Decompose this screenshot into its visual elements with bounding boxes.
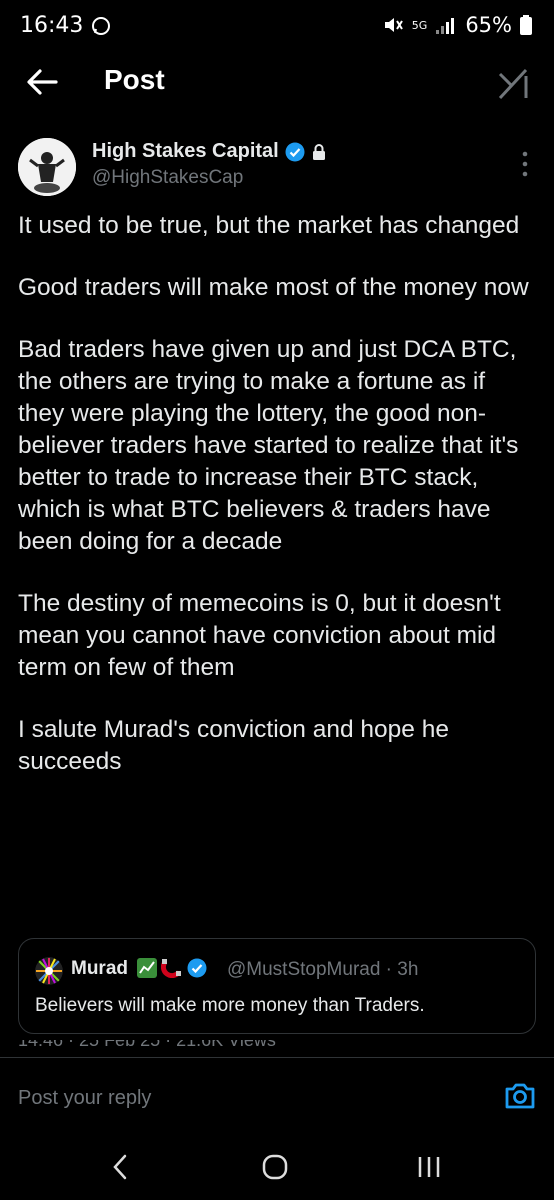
battery-icon bbox=[520, 15, 532, 35]
page-title: Post bbox=[104, 64, 165, 95]
post-meta-text: 14:46 · 25 Feb 25 · 21.6K Views bbox=[18, 1040, 276, 1050]
quoted-author-name: Murad bbox=[71, 958, 128, 979]
post-paragraph: Good traders will make most of the money… bbox=[18, 274, 529, 301]
lock-icon bbox=[312, 143, 325, 160]
post-body: It used to be true, but the market has c… bbox=[18, 210, 538, 808]
post-meta: 14:46 · 25 Feb 25 · 21.6K Views bbox=[18, 1040, 538, 1056]
signal-icon bbox=[436, 18, 455, 34]
status-bar: 16:43 5G 65% bbox=[0, 0, 554, 56]
whatsapp-icon bbox=[92, 16, 111, 35]
nav-back-icon[interactable] bbox=[108, 1152, 132, 1182]
verified-badge-icon bbox=[187, 958, 207, 978]
quoted-post-text: Believers will make more money than Trad… bbox=[35, 995, 425, 1016]
post-paragraph: I salute Murad's conviction and hope he … bbox=[18, 716, 449, 775]
chart-emoji-icon bbox=[137, 958, 157, 978]
quoted-author-badges bbox=[137, 958, 207, 978]
author-name-text: High Stakes Capital bbox=[92, 140, 279, 162]
quoted-author-avatar bbox=[35, 957, 63, 985]
author-handle[interactable]: @HighStakesCap bbox=[92, 167, 243, 189]
camera-icon[interactable] bbox=[502, 1078, 538, 1114]
status-indicators: 5G 65% bbox=[382, 13, 532, 37]
author-avatar[interactable] bbox=[18, 138, 76, 196]
post-paragraph: It used to be true, but the market has c… bbox=[18, 212, 520, 239]
verified-badge-icon bbox=[285, 142, 305, 161]
back-arrow-icon[interactable] bbox=[24, 64, 60, 100]
grok-icon[interactable] bbox=[496, 66, 532, 100]
author-name[interactable]: High Stakes Capital bbox=[92, 140, 327, 163]
post-paragraph: Bad traders have given up and just DCA B… bbox=[18, 336, 519, 555]
battery-percent: 65% bbox=[465, 13, 512, 37]
post-paragraph: The destiny of memecoins is 0, but it do… bbox=[18, 590, 501, 681]
reply-input[interactable] bbox=[18, 1080, 478, 1116]
magnet-emoji-icon bbox=[161, 959, 182, 978]
nav-recents-icon[interactable] bbox=[412, 1152, 446, 1182]
quoted-author-handle: @MustStopMurad · 3h bbox=[227, 959, 419, 980]
status-time: 16:43 bbox=[20, 13, 111, 38]
more-options-icon[interactable] bbox=[520, 150, 530, 178]
avatar-image bbox=[18, 138, 76, 196]
divider bbox=[0, 1057, 554, 1058]
quoted-post-card[interactable]: Murad @MustStopMurad · 3h Believers will… bbox=[18, 938, 536, 1034]
mute-icon bbox=[384, 18, 403, 32]
network-label: 5G bbox=[411, 18, 428, 32]
nav-home-icon[interactable] bbox=[260, 1152, 290, 1182]
